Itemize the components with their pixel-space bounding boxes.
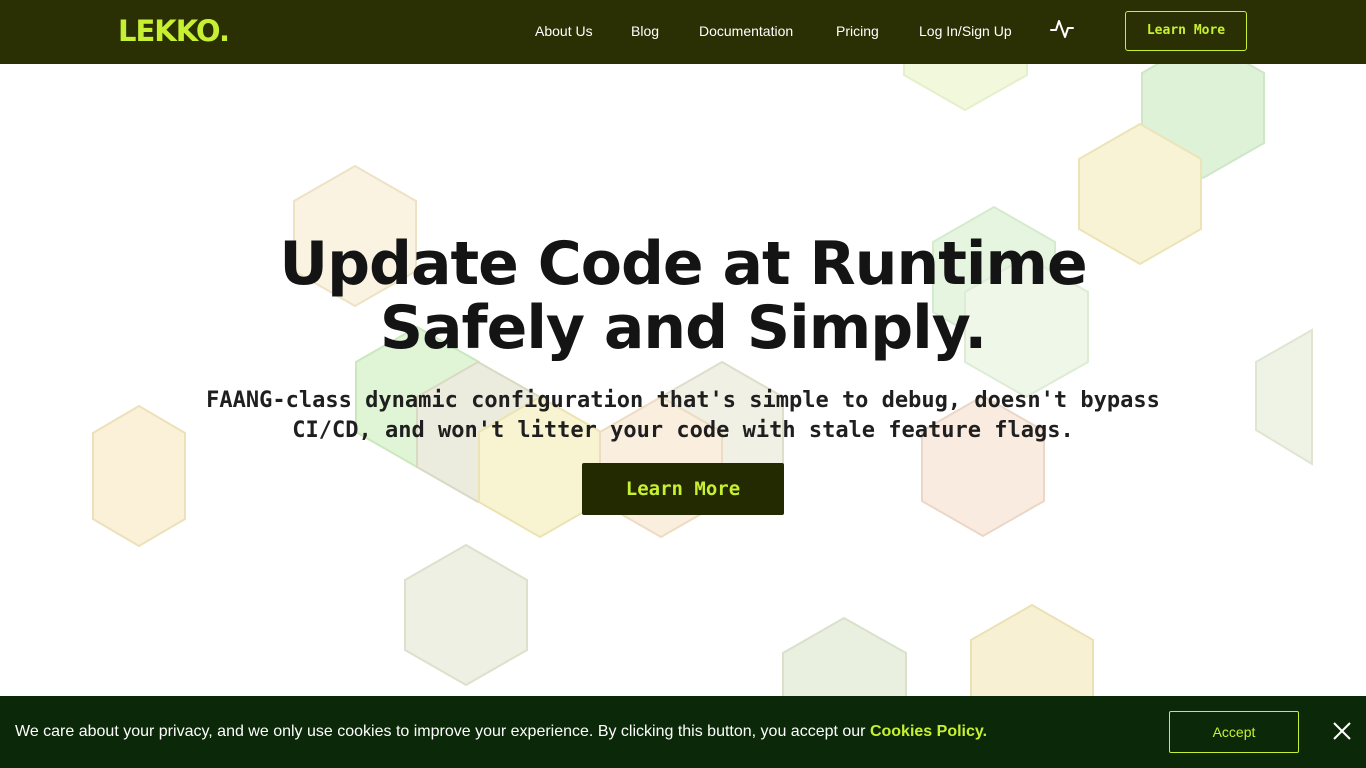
activity-pulse-icon[interactable] [1050,18,1074,40]
hexagon [1255,328,1313,466]
hexagon [92,404,186,548]
hero-subtitle: FAANG-class dynamic configuration that's… [206,388,1160,443]
cookie-message-text: We care about your privacy, and we only … [15,723,870,740]
hexagon [903,64,1028,112]
nav-link-login-signup[interactable]: Log In/Sign Up [919,22,1012,40]
cookie-message: We care about your privacy, and we only … [15,722,987,742]
cookies-policy-link[interactable]: Cookies Policy. [870,723,987,740]
lekko-logo[interactable]: LEKKO. [118,14,230,48]
close-icon[interactable] [1331,720,1353,742]
hero-title: Update Code at Runtime Safely and Simply… [279,229,1087,363]
header-learn-more-button[interactable]: Learn More [1125,11,1247,51]
nav-link-about-us[interactable]: About Us [535,22,593,40]
top-navigation-bar: LEKKO. About Us Blog Documentation Prici… [0,0,1366,64]
nav-link-documentation[interactable]: Documentation [699,22,793,40]
nav-link-blog[interactable]: Blog [631,22,659,40]
accept-cookies-button[interactable]: Accept [1169,711,1299,753]
cookie-consent-banner: We care about your privacy, and we only … [0,696,1366,768]
nav-link-pricing[interactable]: Pricing [836,22,879,40]
hexagon [404,543,528,687]
hero-learn-more-button[interactable]: Learn More [582,463,784,515]
